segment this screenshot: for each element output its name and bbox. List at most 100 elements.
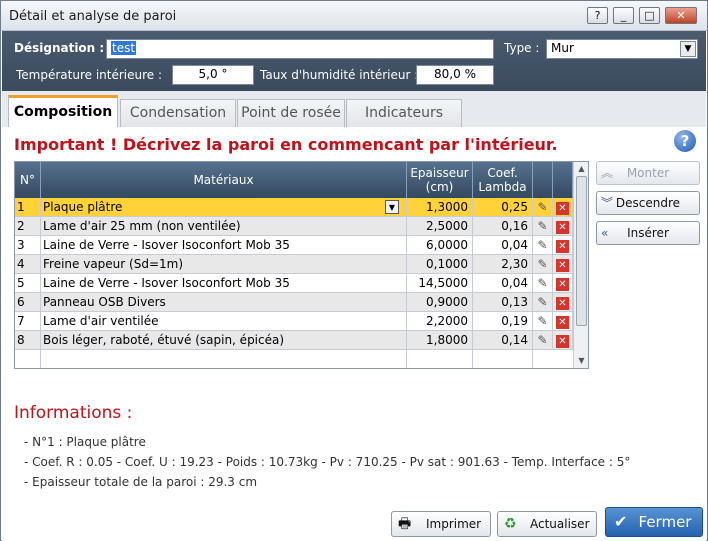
tab-composition[interactable]: Composition (8, 95, 118, 127)
delete-icon[interactable]: ✕ (553, 274, 573, 293)
row-epaisseur[interactable]: 14,5000 (407, 274, 473, 293)
temperature-input[interactable]: 5,0 ° (172, 65, 254, 85)
scroll-down-icon[interactable]: ▼ (574, 354, 588, 368)
scroll-thumb[interactable] (576, 176, 587, 326)
row-lambda[interactable]: 0,19 (473, 312, 533, 331)
delete-icon[interactable]: ✕ (553, 217, 573, 236)
row-epaisseur[interactable]: 1,8000 (407, 331, 473, 350)
tab-point-de-rosee[interactable]: Point de rosée (237, 99, 345, 127)
important-message: Important ! Décrivez la paroi en commenc… (14, 135, 558, 154)
help-title-button[interactable]: ? (587, 7, 608, 24)
type-label: Type : (504, 41, 540, 55)
delete-icon[interactable]: ✕ (553, 198, 573, 217)
row-number: 1 (15, 198, 41, 217)
humidity-label: Taux d'humidité intérieur : (260, 68, 419, 82)
table-row[interactable]: 5 Laine de Verre - Isover Isoconfort Mob … (15, 274, 573, 293)
inserer-button[interactable]: « Insérer (596, 221, 700, 245)
close-icon: ✕ (556, 259, 569, 272)
help-icon[interactable]: ? (674, 130, 696, 152)
col-num[interactable]: N° (15, 162, 41, 198)
row-material[interactable]: Laine de Verre - Isover Isoconfort Mob 3… (41, 274, 407, 293)
row-epaisseur[interactable]: 2,5000 (407, 217, 473, 236)
descendre-label: Descendre (615, 196, 681, 210)
row-lambda[interactable]: 2,30 (473, 255, 533, 274)
table-row-empty[interactable] (15, 350, 573, 368)
info-line-3: - Epaisseur totale de la paroi : 29.3 cm (24, 475, 258, 489)
col-action-2 (553, 162, 573, 198)
table-header: N° Matériaux Epaisseur (cm) Coef. Lambda (15, 162, 573, 198)
row-epaisseur[interactable]: 1,3000 (407, 198, 473, 217)
delete-icon[interactable]: ✕ (553, 255, 573, 274)
imprimer-button[interactable]: 🖶 Imprimer (391, 511, 491, 537)
chevron-down-icon[interactable]: ▼ (680, 41, 696, 57)
edit-icon[interactable]: ✎ (533, 236, 553, 255)
close-button[interactable]: ✕ (665, 7, 697, 24)
row-material[interactable]: Laine de Verre - Isover Isoconfort Mob 3… (41, 236, 407, 255)
close-icon: ✕ (556, 202, 569, 215)
row-material[interactable]: Lame d'air 25 mm (non ventilée) (41, 217, 407, 236)
designation-label: Désignation : (14, 41, 105, 55)
close-icon: ✕ (556, 335, 569, 348)
delete-icon[interactable]: ✕ (553, 331, 573, 350)
row-lambda[interactable]: 0,14 (473, 331, 533, 350)
row-epaisseur[interactable]: 0,1000 (407, 255, 473, 274)
edit-icon[interactable]: ✎ (533, 255, 553, 274)
table-row[interactable]: 7 Lame d'air ventilée 2,2000 0,19 ✎ ✕ (15, 312, 573, 331)
fermer-button[interactable]: ✔ Fermer (605, 507, 703, 537)
actualiser-button[interactable]: ♻ Actualiser (497, 511, 597, 537)
type-select[interactable]: Mur ▼ (546, 39, 698, 59)
row-lambda[interactable]: 0,16 (473, 217, 533, 236)
close-icon: ✕ (556, 221, 569, 234)
delete-icon[interactable]: ✕ (553, 312, 573, 331)
vertical-scrollbar[interactable]: ▲ ▼ (573, 162, 588, 368)
table-row[interactable]: 8 Bois léger, raboté, étuvé (sapin, épicé… (15, 331, 573, 350)
col-materiaux[interactable]: Matériaux (41, 162, 407, 198)
row-material[interactable]: Plaque plâtre (41, 198, 407, 217)
minimize-button[interactable]: _ (613, 7, 634, 24)
tab-condensation[interactable]: Condensation (120, 99, 236, 127)
descendre-button[interactable]: ︾ Descendre (596, 191, 700, 215)
delete-icon[interactable]: ✕ (553, 293, 573, 312)
humidity-input[interactable]: 80,0 % (416, 65, 494, 85)
table-row[interactable]: 6 Panneau OSB Divers 0,9000 0,13 ✎ ✕ (15, 293, 573, 312)
row-material[interactable]: Freine vapeur (Sd=1m) (41, 255, 407, 274)
designation-input[interactable]: test (106, 39, 494, 59)
table-row[interactable]: 3 Laine de Verre - Isover Isoconfort Mob … (15, 236, 573, 255)
row-epaisseur[interactable]: 2,2000 (407, 312, 473, 331)
actualiser-label: Actualiser (530, 517, 590, 531)
row-cell (15, 350, 41, 368)
table-row[interactable]: 2 Lame d'air 25 mm (non ventilée) 2,5000 0,… (15, 217, 573, 236)
row-epaisseur[interactable]: 6,0000 (407, 236, 473, 255)
col-lambda[interactable]: Coef. Lambda (473, 162, 533, 198)
edit-icon[interactable]: ✎ (533, 274, 553, 293)
maximize-button[interactable]: □ (639, 7, 660, 24)
row-material[interactable]: Lame d'air ventilée (41, 312, 407, 331)
composition-panel: Important ! Décrivez la paroi en commenc… (2, 127, 706, 541)
row-lambda[interactable]: 0,13 (473, 293, 533, 312)
table-row[interactable]: 1 Plaque plâtre 1,3000 0,25 ✎ ✕ ▼ (15, 198, 573, 217)
tab-indicateurs[interactable]: Indicateurs (346, 99, 462, 127)
row-material[interactable]: Panneau OSB Divers (41, 293, 407, 312)
row-material[interactable]: Bois léger, raboté, étuvé (sapin, épicéa… (41, 331, 407, 350)
materials-table: N° Matériaux Epaisseur (cm) Coef. Lambda… (14, 161, 589, 369)
row-lambda[interactable]: 0,25 (473, 198, 533, 217)
row-cell (407, 350, 473, 368)
scroll-up-icon[interactable]: ▲ (574, 162, 588, 176)
material-dropdown-icon[interactable]: ▼ (385, 200, 399, 214)
col-action-1 (533, 162, 553, 198)
edit-icon[interactable]: ✎ (533, 198, 553, 217)
col-epaisseur[interactable]: Epaisseur (cm) (407, 162, 473, 198)
edit-icon[interactable]: ✎ (533, 331, 553, 350)
table-row[interactable]: 4 Freine vapeur (Sd=1m) 0,1000 2,30 ✎ ✕ (15, 255, 573, 274)
monter-button[interactable]: ︽ Monter (596, 161, 700, 185)
edit-icon[interactable]: ✎ (533, 312, 553, 331)
row-epaisseur[interactable]: 0,9000 (407, 293, 473, 312)
row-lambda[interactable]: 0,04 (473, 236, 533, 255)
row-number: 7 (15, 312, 41, 331)
monter-label: Monter (626, 166, 670, 180)
edit-icon[interactable]: ✎ (533, 293, 553, 312)
close-icon: ✕ (556, 278, 569, 291)
edit-icon[interactable]: ✎ (533, 217, 553, 236)
row-lambda[interactable]: 0,04 (473, 274, 533, 293)
delete-icon[interactable]: ✕ (553, 236, 573, 255)
